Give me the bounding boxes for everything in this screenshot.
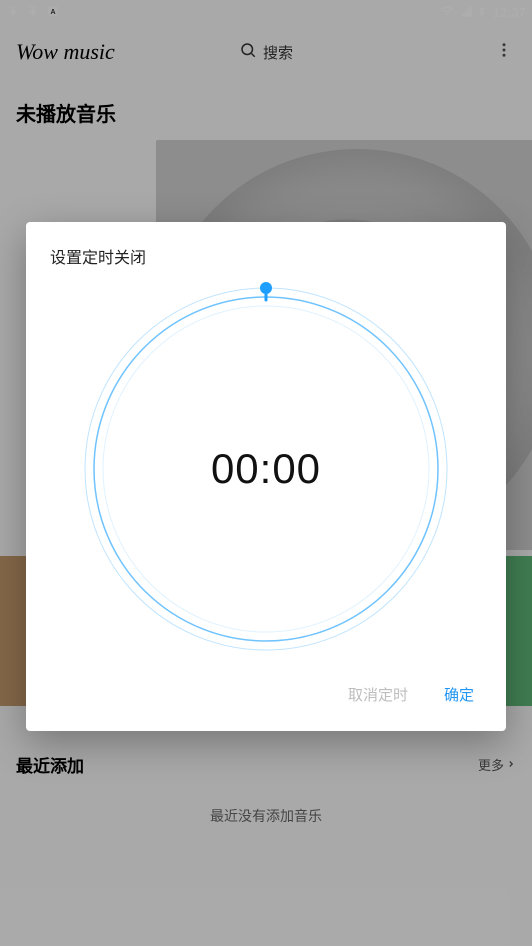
now-playing-title: 未播放音乐	[16, 98, 516, 127]
more-label: 更多	[478, 755, 504, 774]
status-left: A	[6, 4, 60, 21]
download-icon	[26, 4, 40, 21]
dialog-title: 设置定时关闭	[50, 244, 482, 268]
recent-header: 最近添加 更多	[0, 752, 532, 777]
app-title: Wow music	[16, 39, 115, 65]
recent-more-button[interactable]: 更多	[478, 755, 516, 774]
ok-button[interactable]: 确定	[440, 678, 478, 711]
search-label: 搜索	[263, 42, 293, 63]
wifi-icon	[439, 4, 455, 21]
download-icon	[6, 4, 20, 21]
cancel-timer-button[interactable]: 取消定时	[344, 678, 412, 711]
chevron-right-icon	[506, 757, 516, 772]
timer-value: 00:00	[75, 278, 457, 660]
cell-signal-icon	[459, 4, 473, 21]
timer-dial[interactable]: 00:00	[75, 278, 457, 660]
recent-title: 最近添加	[16, 752, 84, 777]
status-bar: A 12:37	[0, 0, 532, 24]
sleep-timer-dialog: 设置定时关闭 00:00 取消定时 确定	[26, 222, 506, 731]
svg-text:A: A	[50, 8, 55, 15]
search-icon	[239, 41, 257, 63]
status-time: 12:37	[493, 5, 526, 20]
more-menu-button[interactable]	[492, 40, 516, 64]
more-vert-icon	[495, 41, 513, 64]
battery-charging-icon	[477, 3, 487, 22]
dialog-actions: 取消定时 确定	[50, 668, 482, 717]
search-button[interactable]: 搜索	[239, 41, 293, 63]
recent-empty-text: 最近没有添加音乐	[0, 806, 532, 826]
app-notification-icon: A	[46, 4, 60, 21]
app-bar: Wow music 搜索	[0, 24, 532, 80]
status-right: 12:37	[439, 3, 526, 22]
